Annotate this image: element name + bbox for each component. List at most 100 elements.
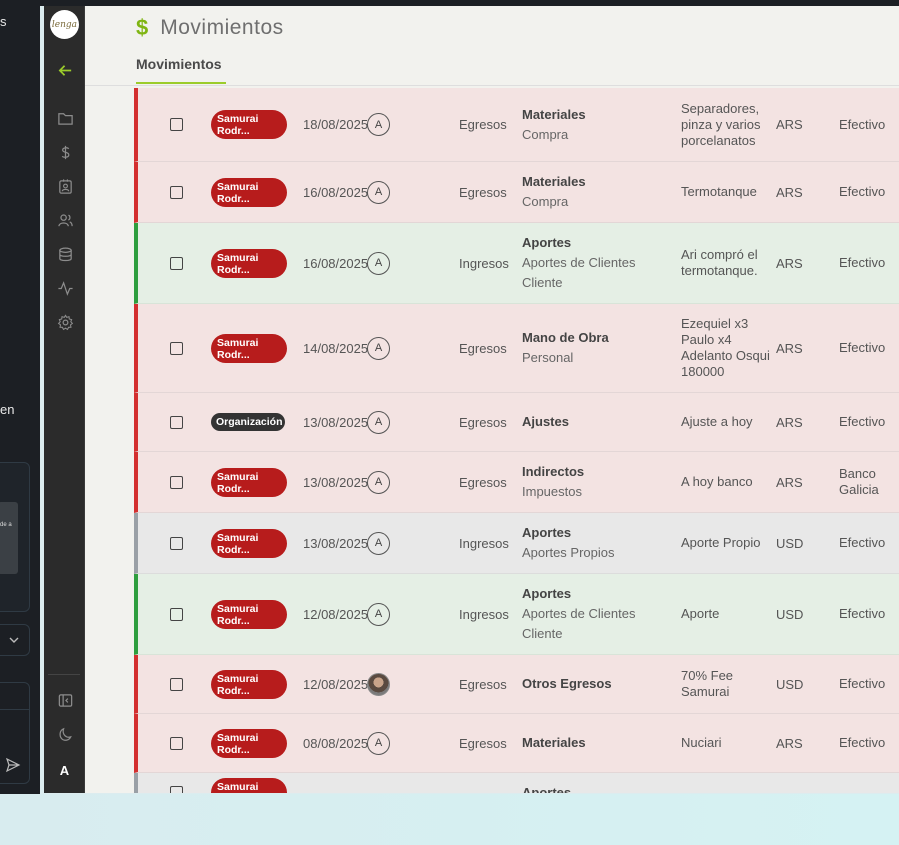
category-cell: Mano de Obra Personal (522, 304, 609, 392)
project-badge[interactable]: Samurai Rodr... (211, 778, 287, 793)
category-cell: Aportes Aportes Propios (522, 513, 615, 573)
row-checkbox[interactable] (170, 773, 184, 793)
row-checkbox[interactable] (170, 223, 184, 303)
table-row[interactable]: Samurai Rodr... 12/08/2025 Egresos Otros Eg… (134, 655, 899, 714)
project-badge[interactable]: Organización (211, 413, 285, 431)
category-label: Aportes (522, 235, 572, 250)
database-icon[interactable] (54, 243, 76, 265)
table-row[interactable]: Samurai Rodr... 08/08/2025 A Egresos Materia… (134, 714, 899, 773)
project-badge[interactable]: Samurai Rodr... (211, 248, 287, 278)
row-checkbox[interactable] (170, 574, 184, 654)
tab-movimientos[interactable]: Movimientos (136, 56, 226, 84)
currency-cell: USD (776, 606, 804, 622)
contact-card-icon[interactable] (54, 175, 76, 197)
creator-avatar-cell: A (367, 162, 390, 222)
payment-method-cell: Efectivo (839, 606, 886, 621)
category-label: Otros Egresos (522, 676, 612, 691)
row-checkbox[interactable] (170, 714, 184, 772)
subcategory-label: Aportes de Clientes (522, 255, 636, 270)
category-cell: Aportes (522, 773, 571, 793)
project-badge-cell: Samurai Rodr... (211, 773, 287, 793)
row-checkbox[interactable] (170, 513, 184, 573)
table-row[interactable]: Samurai Rodr... 13/08/2025 A Ingresos Aporte… (134, 513, 899, 574)
project-badge-cell: Samurai Rodr... (211, 162, 287, 222)
currency-cell: ARS (776, 735, 803, 751)
background-thumbnail: de a (0, 502, 18, 574)
creator-avatar[interactable]: A (367, 180, 390, 204)
project-badge[interactable]: Samurai Rodr... (211, 110, 287, 139)
project-badge[interactable]: Samurai Rodr... (211, 467, 287, 497)
table-row[interactable]: Samurai Rodr... 18/08/2025 A Egresos Materia… (134, 88, 899, 162)
category-cell: Materiales Compra (522, 162, 586, 222)
back-arrow-icon[interactable] (54, 59, 76, 81)
creator-avatar[interactable]: A (367, 731, 390, 755)
subcategory-label: Personal (522, 350, 574, 365)
creator-avatar-cell: A (367, 88, 390, 161)
type-cell: Egresos (459, 676, 507, 692)
activity-icon[interactable] (54, 277, 76, 299)
type-cell: Egresos (459, 340, 507, 356)
table-row[interactable]: Samurai Rodr... Aportes (134, 773, 899, 793)
project-badge[interactable]: Samurai Rodr... (211, 669, 287, 699)
tab-bar: Movimientos (85, 46, 899, 86)
table-row[interactable]: Samurai Rodr... 16/08/2025 A Ingresos Aporte… (134, 223, 899, 304)
row-checkbox[interactable] (170, 88, 184, 161)
sidebar-toggle-icon[interactable] (54, 689, 76, 711)
user-avatar[interactable]: A (44, 763, 85, 778)
description-cell: Ezequiel x3 Paulo x4 Adelanto Osqui 1800… (681, 316, 770, 379)
table-row[interactable]: Samurai Rodr... 14/08/2025 A Egresos Mano de… (134, 304, 899, 393)
category-cell: Materiales Compra (522, 88, 586, 161)
creator-avatar[interactable]: A (367, 602, 390, 626)
app-window: lenga A $ Movimientos Movimientos Samura… (44, 6, 899, 793)
project-badge[interactable]: Samurai Rodr... (211, 177, 287, 207)
type-cell: Egresos (459, 474, 507, 490)
logo[interactable]: lenga (50, 10, 79, 39)
description-cell: A hoy banco (681, 474, 753, 489)
background-text-fragment: s (0, 14, 7, 29)
payment-method-cell (839, 773, 899, 793)
project-badge-cell: Organización (211, 393, 285, 451)
description-cell (681, 773, 773, 793)
creator-avatar[interactable]: A (367, 531, 390, 555)
creator-avatar[interactable]: A (367, 410, 390, 434)
project-badge-cell: Samurai Rodr... (211, 655, 287, 713)
creator-avatar[interactable]: A (367, 336, 390, 360)
subcategory-label: Impuestos (522, 484, 582, 499)
creator-avatar[interactable]: A (367, 470, 390, 494)
currency-cell: ARS (776, 117, 803, 132)
category-cell: Indirectos Impuestos (522, 452, 584, 512)
creator-avatar[interactable]: A (367, 251, 390, 275)
category-label: Aportes (522, 525, 572, 540)
type-cell: Ingresos (459, 255, 509, 271)
project-badge[interactable]: Samurai Rodr... (211, 333, 287, 363)
type-cell: Ingresos (459, 606, 509, 622)
project-badge[interactable]: Samurai Rodr... (211, 728, 287, 758)
moon-icon[interactable] (54, 723, 76, 745)
creator-avatar-cell: A (367, 452, 390, 512)
row-checkbox[interactable] (170, 304, 184, 392)
creator-avatar[interactable] (367, 672, 390, 696)
type-cell: Egresos (459, 414, 507, 430)
row-checkbox[interactable] (170, 655, 184, 713)
table-row[interactable]: Organización 13/08/2025 A Egresos Ajustes Aju… (134, 393, 899, 452)
payment-method-cell: Efectivo (839, 735, 886, 750)
row-checkbox[interactable] (170, 393, 184, 451)
table-row[interactable]: Samurai Rodr... 16/08/2025 A Egresos Materia… (134, 162, 899, 223)
row-checkbox[interactable] (170, 452, 184, 512)
creator-avatar[interactable]: A (367, 113, 390, 136)
users-icon[interactable] (54, 209, 76, 231)
date-cell: 14/08/2025 (303, 340, 369, 356)
payment-method-cell: Efectivo (839, 255, 886, 270)
dollar-icon[interactable] (54, 141, 76, 163)
table-row[interactable]: Samurai Rodr... 13/08/2025 A Egresos Indirec… (134, 452, 899, 513)
project-badge[interactable]: Samurai Rodr... (211, 528, 287, 558)
folder-icon[interactable] (54, 107, 76, 129)
table-row[interactable]: Samurai Rodr... 12/08/2025 A Ingresos Aporte… (134, 574, 899, 655)
project-badge-cell: Samurai Rodr... (211, 223, 287, 303)
project-badge[interactable]: Samurai Rodr... (211, 599, 287, 629)
currency-cell: ARS (776, 414, 803, 430)
row-checkbox[interactable] (170, 162, 184, 222)
payment-method-cell: Efectivo (839, 535, 886, 550)
gear-icon[interactable] (54, 311, 76, 333)
project-badge-cell: Samurai Rodr... (211, 304, 287, 392)
